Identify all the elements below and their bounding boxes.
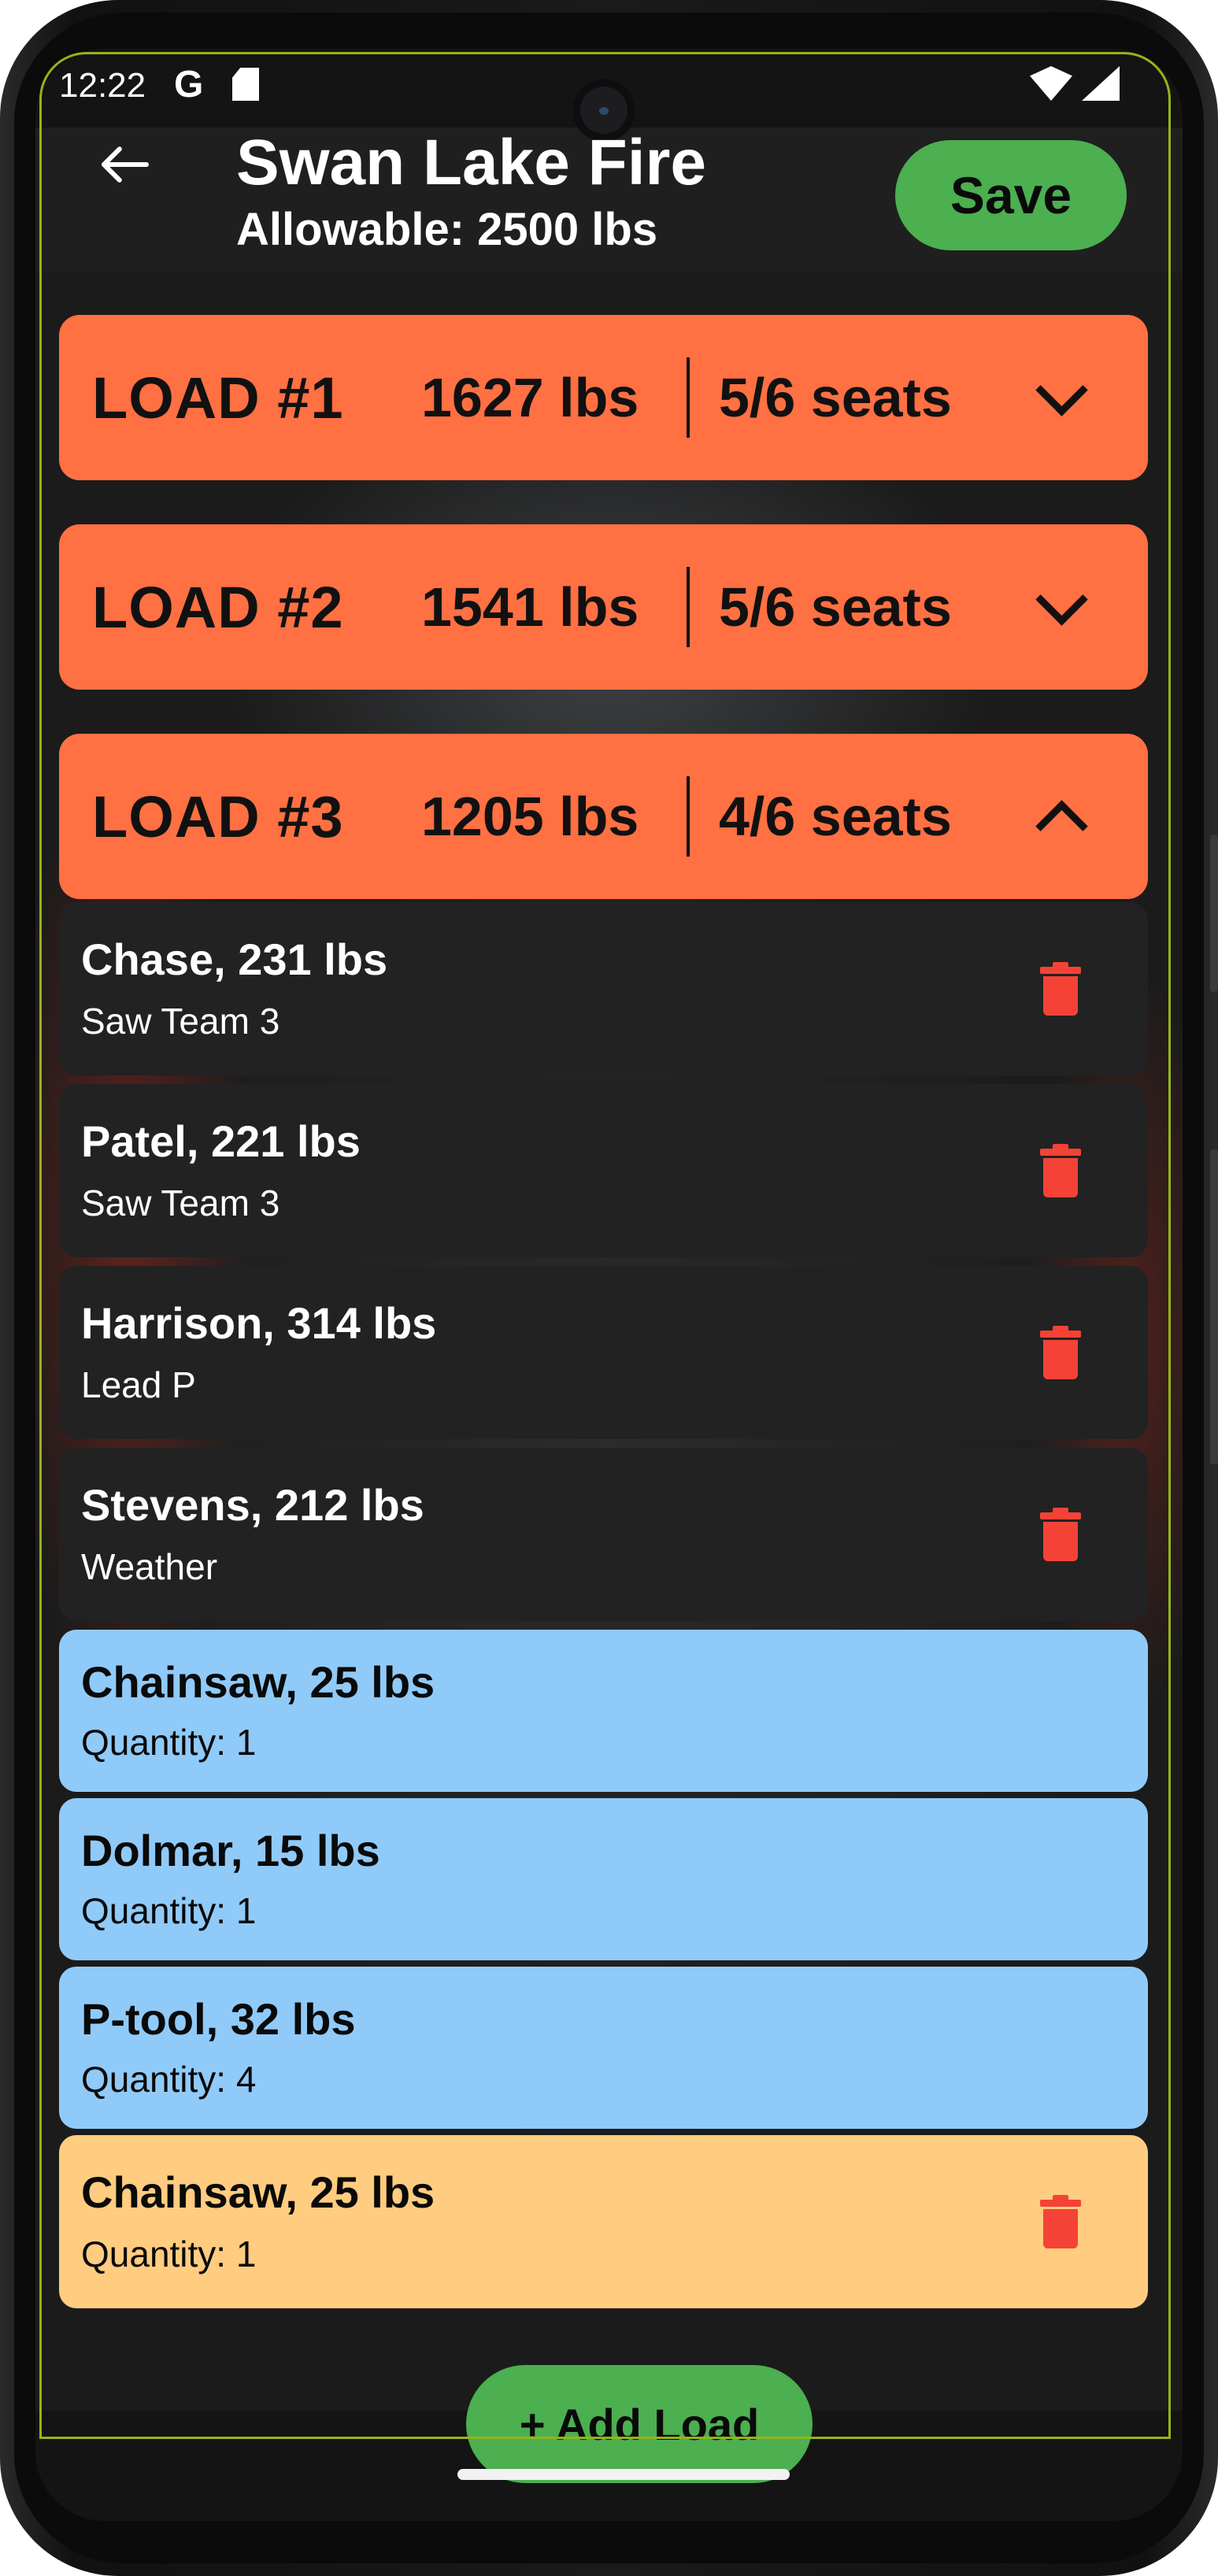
power-button [1210, 1149, 1218, 1464]
delete-icon[interactable] [1037, 1326, 1084, 1381]
crew-member-name: Patel, 221 lbs [81, 1116, 361, 1166]
divider [687, 357, 690, 438]
wifi-icon [1030, 66, 1072, 101]
allowable-weight: Allowable: 2500 lbs [236, 204, 658, 255]
crew-member-name: Chase, 231 lbs [81, 935, 388, 984]
load-header-1[interactable]: LOAD #1 1627 lbs 5/6 seats [59, 315, 1148, 480]
custom-item-quantity: Quantity: 1 [81, 2234, 257, 2274]
sd-card-icon [232, 68, 259, 101]
load-seats: 5/6 seats [719, 367, 952, 428]
phone-frame: 12:22 G Swan Lake Fire Allowable: 2500 l… [0, 0, 1218, 2576]
load-header-3[interactable]: LOAD #3 1205 lbs 4/6 seats [59, 734, 1148, 899]
home-indicator[interactable] [457, 2469, 790, 2480]
gear-item[interactable]: Chainsaw, 25 lbs Quantity: 1 [59, 1630, 1148, 1792]
load-title: LOAD #2 [92, 574, 344, 640]
gear-item[interactable]: Dolmar, 15 lbs Quantity: 1 [59, 1798, 1148, 1960]
load-header-2[interactable]: LOAD #2 1541 lbs 5/6 seats [59, 524, 1148, 690]
delete-icon[interactable] [1037, 1144, 1084, 1199]
gear-name: Chainsaw, 25 lbs [81, 1657, 435, 1707]
crew-member-position: Saw Team 3 [81, 1183, 280, 1223]
arrow-back-icon [103, 162, 149, 167]
crew-member-position: Lead P [81, 1364, 196, 1405]
screen: 12:22 G Swan Lake Fire Allowable: 2500 l… [35, 49, 1183, 2521]
gear-name: P-tool, 32 lbs [81, 1994, 356, 2044]
load-weight: 1205 lbs [421, 786, 639, 847]
custom-item[interactable]: Chainsaw, 25 lbs Quantity: 1 [59, 2135, 1148, 2308]
divider [687, 776, 690, 857]
page-title: Swan Lake Fire [236, 127, 707, 198]
load-seats: 4/6 seats [719, 786, 952, 847]
crew-member-item[interactable]: Stevens, 212 lbs Weather [59, 1448, 1148, 1621]
gear-quantity: Quantity: 1 [81, 1722, 257, 1763]
status-time: 12:22 [59, 66, 146, 105]
crew-member-item[interactable]: Chase, 231 lbs Saw Team 3 [59, 902, 1148, 1075]
gear-item[interactable]: P-tool, 32 lbs Quantity: 4 [59, 1967, 1148, 2129]
crew-member-item[interactable]: Patel, 221 lbs Saw Team 3 [59, 1084, 1148, 1257]
load-weight: 1541 lbs [421, 576, 639, 638]
back-button[interactable] [83, 121, 169, 208]
load-weight: 1627 lbs [421, 367, 639, 428]
crew-member-position: Weather [81, 1546, 218, 1587]
chevron-down-icon[interactable] [1029, 575, 1092, 638]
crew-member-position: Saw Team 3 [81, 1001, 280, 1042]
gear-quantity: Quantity: 1 [81, 1890, 257, 1931]
delete-icon[interactable] [1037, 1508, 1084, 1563]
status-bar: 12:22 G [35, 49, 1183, 142]
google-icon: G [174, 64, 204, 105]
crew-member-name: Stevens, 212 lbs [81, 1480, 424, 1530]
chevron-up-icon[interactable] [1029, 784, 1092, 847]
crew-member-item[interactable]: Harrison, 314 lbs Lead P [59, 1266, 1148, 1439]
cell-signal-icon [1082, 66, 1120, 101]
volume-button [1210, 835, 1218, 992]
gear-name: Dolmar, 15 lbs [81, 1826, 380, 1875]
chevron-down-icon[interactable] [1029, 365, 1092, 428]
add-load-button[interactable]: + Add Load [466, 2365, 813, 2483]
crew-member-name: Harrison, 314 lbs [81, 1298, 437, 1348]
load-title: LOAD #3 [92, 783, 344, 849]
delete-icon[interactable] [1037, 2195, 1084, 2250]
load-seats: 5/6 seats [719, 576, 952, 638]
gear-quantity: Quantity: 4 [81, 2059, 257, 2100]
save-button[interactable]: Save [895, 140, 1127, 250]
custom-item-name: Chainsaw, 25 lbs [81, 2167, 435, 2217]
delete-icon[interactable] [1037, 962, 1084, 1017]
divider [687, 567, 690, 647]
load-title: LOAD #1 [92, 365, 344, 431]
